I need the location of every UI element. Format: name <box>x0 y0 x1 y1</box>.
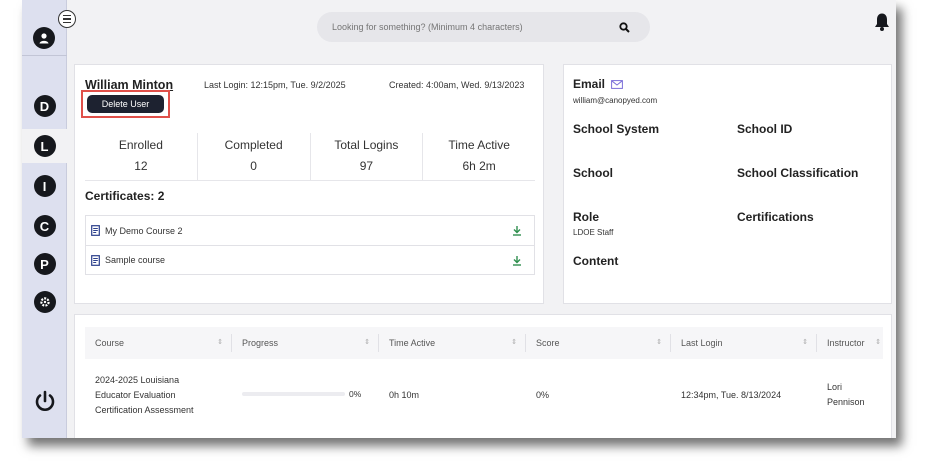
mail-icon[interactable] <box>611 78 624 92</box>
course-name-line: 2024-2025 Louisiana <box>95 374 180 385</box>
delete-user-button[interactable]: Delete User <box>87 95 164 113</box>
course-name-line: Educator Evaluation <box>95 389 176 400</box>
sort-icon: ⇕ <box>802 339 808 346</box>
sidebar-item-i[interactable]: I <box>22 169 67 203</box>
school-classification-label: School Classification <box>737 166 859 180</box>
stat-value: 6h 2m <box>462 159 496 173</box>
email-label: Email <box>573 77 624 92</box>
stat-value: 12 <box>134 159 148 173</box>
email-value: william@canopyed.com <box>573 96 658 105</box>
sidebar-item-l[interactable]: L <box>22 129 67 163</box>
stat-enrolled: Enrolled 12 <box>85 133 198 180</box>
table-header: Course ⇕ Progress ⇕ Time Active ⇕ Score ⇕ La… <box>85 327 883 359</box>
user-info-card: Email william@canopyed.com School System… <box>563 64 892 304</box>
sidebar-item-d[interactable]: D <box>22 89 67 123</box>
user-profile-icon[interactable] <box>33 27 55 49</box>
letter-p-icon: P <box>33 253 56 275</box>
column-header-last-login[interactable]: Last Login ⇕ <box>671 334 817 352</box>
column-header-time-active[interactable]: Time Active ⇕ <box>379 334 526 352</box>
gear-icon <box>33 291 56 313</box>
school-id-label: School ID <box>737 122 793 136</box>
column-header-instructor[interactable]: Instructor ⇕ <box>817 334 883 352</box>
letter-c-icon: C <box>33 215 56 237</box>
download-icon[interactable] <box>512 225 522 238</box>
top-bar <box>67 0 896 56</box>
time-active-cell: 0h 10m <box>389 389 420 400</box>
search-icon[interactable] <box>619 20 630 38</box>
stat-value: 0 <box>250 159 257 173</box>
menu-toggle-icon[interactable] <box>58 10 76 28</box>
email-label-text: Email <box>573 77 606 91</box>
letter-l-icon: L <box>33 135 56 157</box>
certificate-document-icon <box>91 254 100 266</box>
last-login-cell: 12:34pm, Tue. 8/13/2024 <box>681 389 782 400</box>
sort-icon: ⇕ <box>875 339 881 346</box>
delete-user-highlight: Delete User <box>81 90 170 118</box>
user-summary-card: William Minton Last Login: 12:15pm, Tue.… <box>74 64 544 304</box>
app-window: D L I C P Looking for something? (Minimu… <box>22 0 896 438</box>
sort-icon: ⇕ <box>364 339 370 346</box>
course-table-card: Course ⇕ Progress ⇕ Time Active ⇕ Score ⇕ La… <box>74 314 892 438</box>
stat-label: Total Logins <box>334 138 399 152</box>
school-system-label: School System <box>573 122 660 136</box>
stat-completed: Completed 0 <box>198 133 311 180</box>
instructor-cell: Lori Pennison <box>817 380 883 410</box>
stat-label: Time Active <box>448 138 510 152</box>
stat-label: Completed <box>224 138 283 152</box>
stat-total-logins: Total Logins 97 <box>311 133 424 180</box>
course-cell: 2024-2025 Louisiana Educator Evaluation … <box>85 373 232 418</box>
stat-time-active: Time Active 6h 2m <box>423 133 535 180</box>
stat-value: 97 <box>359 159 374 173</box>
column-header-score[interactable]: Score ⇕ <box>526 334 671 352</box>
header-label: Progress <box>242 338 279 348</box>
sort-icon: ⇕ <box>511 339 517 346</box>
table-row[interactable]: 2024-2025 Louisiana Educator Evaluation … <box>85 367 883 423</box>
letter-d-icon: D <box>33 95 56 117</box>
sidebar-item-settings[interactable] <box>22 285 67 319</box>
certifications-label: Certifications <box>737 210 814 224</box>
letter-i-icon: I <box>33 175 56 197</box>
sidebar-item-p[interactable]: P <box>22 247 67 281</box>
download-icon[interactable] <box>512 255 522 268</box>
user-stats: Enrolled 12 Completed 0 Total Logins 97 … <box>85 133 535 181</box>
progress-cell: 0% <box>232 375 379 415</box>
header-label: Score <box>536 338 560 348</box>
certificate-item: Sample course <box>86 245 534 274</box>
header-label: Instructor <box>827 338 865 348</box>
search-input[interactable] <box>332 22 612 32</box>
header-label: Course <box>95 338 125 348</box>
power-icon <box>35 390 54 411</box>
stat-label: Enrolled <box>118 138 163 152</box>
sort-icon: ⇕ <box>656 339 662 346</box>
logout-button[interactable] <box>22 384 67 418</box>
progress-percent: 0% <box>349 389 362 399</box>
sidebar-item-c[interactable]: C <box>22 209 67 243</box>
instructor-name-line: Pennison <box>827 397 865 407</box>
course-name-line: Certification Assessment <box>95 404 194 415</box>
column-header-course[interactable]: Course ⇕ <box>85 334 232 352</box>
certificate-name: My Demo Course 2 <box>105 225 183 236</box>
certificate-item: My Demo Course 2 <box>86 216 534 245</box>
certificate-name: Sample course <box>105 255 166 265</box>
notification-bell-icon[interactable] <box>874 12 890 37</box>
role-value: LDOE Staff <box>573 228 614 237</box>
sort-icon: ⇕ <box>217 339 223 346</box>
search-bar <box>317 12 650 42</box>
role-label: Role <box>573 210 600 224</box>
sidebar-header <box>22 0 67 56</box>
content-label: Content <box>573 254 619 268</box>
certificate-list: My Demo Course 2 Sample course <box>85 215 535 275</box>
header-label: Last Login <box>681 338 723 348</box>
header-label: Time Active <box>389 338 436 348</box>
score-cell: 0% <box>536 389 550 400</box>
instructor-name-line: Lori <box>827 382 843 392</box>
progress-bar <box>242 392 345 396</box>
column-header-progress[interactable]: Progress ⇕ <box>232 334 379 352</box>
school-label: School <box>573 166 614 180</box>
last-login-text: Last Login: 12:15pm, Tue. 9/2/2025 <box>204 80 346 90</box>
sidebar: D L I C P <box>22 0 67 438</box>
certificate-document-icon <box>91 225 100 236</box>
created-text: Created: 4:00am, Wed. 9/13/2023 <box>389 80 525 90</box>
certificates-title: Certificates: 2 <box>85 189 165 203</box>
